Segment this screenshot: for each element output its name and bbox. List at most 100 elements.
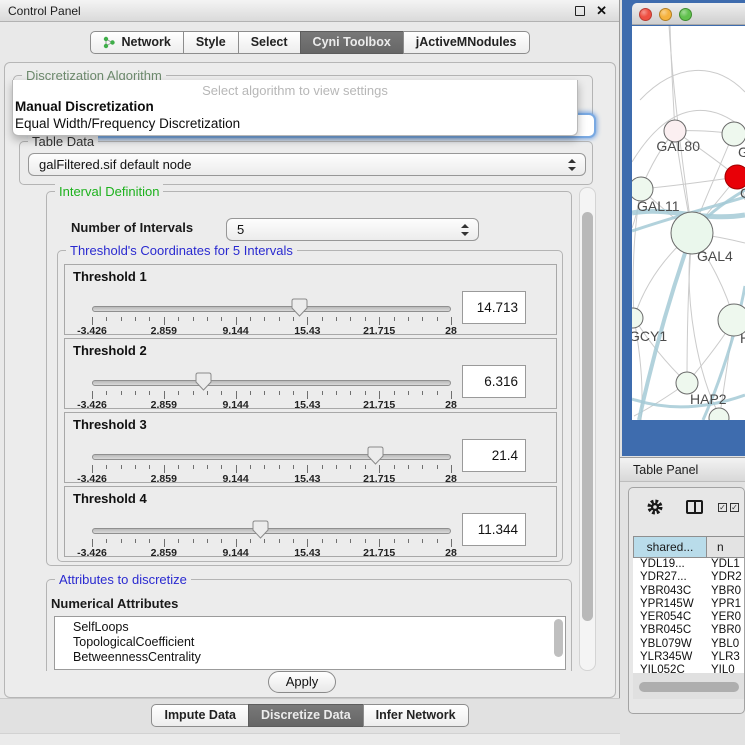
tab-label: jActiveMNodules (416, 32, 517, 53)
tab-style[interactable]: Style (183, 31, 239, 54)
horizontal-scrollbar[interactable] (633, 673, 745, 699)
slider-thumb[interactable] (367, 446, 384, 465)
cell-name: YLR3 (707, 651, 745, 664)
slider-scale-labels: -3.4262.8599.14415.4321.71528 (92, 547, 451, 559)
slider-track[interactable] (92, 454, 451, 460)
tab-impute-data[interactable]: Impute Data (151, 704, 249, 727)
group-title-thresholds: Threshold's Coordinates for 5 Intervals (66, 243, 297, 258)
algorithm-option-2[interactable]: Equal Width/Frequency Discretization (15, 116, 240, 131)
tab-cyni-toolbox[interactable]: Cyni Toolbox (300, 31, 404, 54)
number-of-intervals-combo[interactable]: 5 (226, 218, 479, 241)
tab-infer-network[interactable]: Infer Network (363, 704, 469, 727)
table-row[interactable]: YPR145WYPR1 (633, 598, 745, 611)
tab-network[interactable]: Network (90, 31, 183, 54)
tab-select[interactable]: Select (238, 31, 301, 54)
network-edge-highlighted[interactable] (632, 395, 745, 407)
table-row[interactable]: YBR045CYBR0 (633, 624, 745, 637)
horizontal-scrollbar-thumb[interactable] (639, 682, 739, 692)
attributes-group: Attributes to discretize Numerical Attri… (46, 579, 572, 671)
control-panel-titlebar: Control Panel ✕ (0, 0, 619, 22)
traffic-light-minimize[interactable] (659, 8, 672, 21)
slider-thumb[interactable] (195, 372, 212, 391)
threshold-panel-2: Threshold 2 -3.4262.8599.14415.4321.71528… (64, 338, 557, 409)
slider-track[interactable] (92, 380, 451, 386)
cell-name: YPR1 (707, 598, 745, 611)
vertical-scrollbar[interactable] (579, 187, 596, 671)
table-rows: YDL19...YDL1YDR27...YDR2YBR043CYBR0YPR14… (633, 558, 745, 673)
slider-track[interactable] (92, 528, 451, 534)
numerical-attributes-list[interactable]: SelfLoopsTopologicalCoefficientBetweenne… (54, 616, 566, 670)
checkbox-icon[interactable] (718, 503, 727, 512)
attributes-scrollbar-thumb[interactable] (554, 619, 563, 657)
attribute-item[interactable]: TopologicalCoefficient (55, 635, 565, 650)
slider-thumb[interactable] (291, 298, 308, 317)
table-row[interactable]: YER054CYER0 (633, 611, 745, 624)
slider-scale-labels: -3.4262.8599.14415.4321.71528 (92, 473, 451, 485)
network-icon (103, 36, 116, 49)
control-panel: Control Panel ✕ NetworkStyle Select Cyni T… (0, 0, 620, 745)
network-node-label: HAP2 (690, 391, 727, 407)
table-row[interactable]: YDL19...YDL1 (633, 558, 745, 571)
float-window-icon[interactable] (575, 6, 585, 16)
cell-name: YBR0 (707, 624, 745, 637)
threshold-value-field[interactable]: 6.316 (462, 365, 526, 398)
table-row[interactable]: YBL079WYBL0 (633, 638, 745, 651)
number-of-intervals-value: 5 (237, 219, 244, 241)
attribute-item[interactable]: SelfLoops (55, 617, 565, 635)
threshold-value-field[interactable]: 11.344 (462, 513, 526, 546)
cyni-toolbox-content: Discretization Algorithm Table Data galF… (4, 62, 616, 698)
network-edge[interactable] (640, 70, 745, 100)
algorithm-option-1[interactable]: Manual Discretization (15, 99, 154, 114)
table-row[interactable]: YBR043CYBR0 (633, 585, 745, 598)
network-node-bottom-partial[interactable] (709, 408, 729, 420)
network-node-label: GCY1 (632, 328, 667, 344)
slider-track[interactable] (92, 306, 451, 312)
bottom-strip (0, 733, 620, 745)
cell-name: YBL0 (707, 638, 745, 651)
table-row[interactable]: YIL052CYIL0 (633, 664, 745, 673)
split-columns-icon[interactable] (686, 500, 703, 514)
settings-gear-icon[interactable] (646, 498, 664, 516)
traffic-light-close[interactable] (639, 8, 652, 21)
close-icon[interactable]: ✕ (596, 0, 607, 22)
network-window-titlebar (632, 3, 745, 25)
table-row[interactable]: YDR27...YDR2 (633, 571, 745, 584)
tab-jactivemnodules[interactable]: jActiveMNodules (403, 31, 530, 54)
vertical-scrollbar-thumb[interactable] (582, 212, 593, 621)
network-node-label: C (740, 185, 745, 201)
network-view-window: GAL80GCGAL11GAL4GCY1HHAP2 (622, 0, 745, 456)
threshold-label: Threshold 1 (73, 269, 147, 284)
cell-name: YER0 (707, 611, 745, 624)
network-canvas[interactable]: GAL80GCGAL11GAL4GCY1HHAP2 (632, 26, 745, 420)
threshold-value-field[interactable]: 14.713 (462, 291, 526, 324)
threshold-label: Threshold 2 (73, 343, 147, 358)
table-row[interactable]: YLR345WYLR3 (633, 651, 745, 664)
cell-shared-name: YPR145W (633, 598, 707, 611)
column-header-name[interactable]: n (707, 536, 745, 558)
tab-discretize-data[interactable]: Discretize Data (248, 704, 364, 727)
threshold-label: Threshold 4 (73, 491, 147, 506)
tab-label: Select (251, 32, 288, 53)
cell-name: YIL0 (707, 664, 745, 673)
attribute-item[interactable]: BetweennessCentrality (55, 650, 565, 665)
network-node-G-partial[interactable] (722, 122, 745, 146)
threshold-panel-1: Threshold 1-3.4262.8599.14415.4321.71528… (64, 264, 557, 335)
slider-thumb[interactable] (252, 520, 269, 539)
network-node-GCY1[interactable] (632, 308, 643, 328)
network-edge[interactable] (641, 177, 737, 189)
traffic-light-zoom[interactable] (679, 8, 692, 21)
thresholds-group: Threshold's Coordinates for 5 Intervals … (57, 250, 563, 562)
threshold-value-field[interactable]: 21.4 (462, 439, 526, 472)
checkbox-icon[interactable] (730, 503, 739, 512)
network-edge[interactable] (670, 26, 675, 131)
column-header-shared[interactable]: shared... (633, 536, 707, 558)
apply-button[interactable]: Apply (268, 671, 336, 693)
network-node-label: H (740, 330, 745, 346)
table-panel-titlebar: Table Panel (620, 457, 745, 482)
interval-definition-group: Interval Definition Number of Intervals … (46, 191, 572, 566)
cell-shared-name: YDR27... (633, 571, 707, 584)
threshold-panel-3: Threshold 3-3.4262.8599.14415.4321.71528… (64, 412, 557, 483)
slider-scale-labels: -3.4262.8599.14415.4321.71528 (92, 399, 451, 411)
table-data-combo[interactable]: galFiltered.sif default node (28, 153, 586, 176)
top-tab-bar: NetworkStyle Select Cyni Toolbox jActiveMNo… (0, 31, 620, 54)
